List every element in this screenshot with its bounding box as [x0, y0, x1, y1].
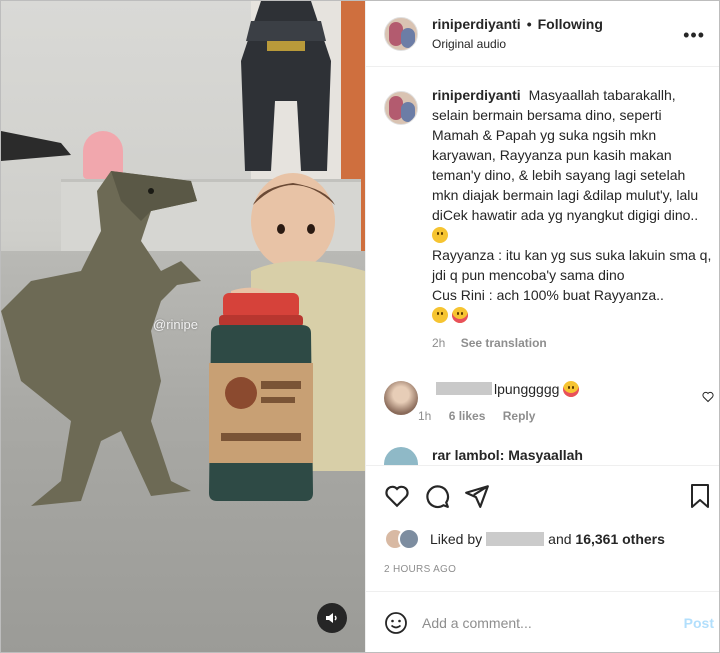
grinning-emoji-icon — [432, 227, 448, 243]
post-caption: riniperdiyanti Masyaallah tabarakallh, s… — [366, 85, 719, 353]
redacted-liker-name — [486, 532, 545, 546]
likes-summary: Liked by and 16,361 others — [366, 526, 719, 552]
liker-avatars — [384, 528, 424, 550]
caption-avatar[interactable] — [384, 91, 418, 125]
separator-dot: • — [526, 16, 532, 32]
author-username[interactable]: riniperdiyanti — [432, 16, 521, 32]
caption-text-1: Masyaallah tabarakallh, selain bermain b… — [432, 87, 699, 223]
likes-and-label: and — [548, 531, 572, 547]
following-button[interactable]: Following — [538, 16, 603, 32]
dinosaur-toy — [1, 171, 201, 506]
post-actions: Liked by and 16,361 others 2 HOURS AGO — [366, 465, 719, 575]
see-translation-link[interactable]: See translation — [461, 336, 547, 350]
likes-count[interactable]: 16,361 others — [575, 531, 665, 547]
reply-button[interactable]: Reply — [503, 409, 536, 423]
heart-eyes-emoji-icon — [563, 381, 580, 397]
caption-username[interactable]: riniperdiyanti — [432, 87, 521, 103]
comment-like-heart-icon[interactable] — [702, 391, 714, 403]
commenter-avatar[interactable] — [384, 381, 418, 415]
mute-button[interactable] — [317, 603, 347, 633]
instagram-post-window: @rinipe riniperdiyanti • Following Origi… — [0, 0, 720, 653]
smiling-hearts-emoji-icon — [451, 307, 468, 323]
share-icon[interactable] — [464, 483, 490, 509]
post-timestamp: 2 HOURS AGO — [384, 564, 457, 575]
caption-text-2: Rayyanza : itu kan yg sus suka lakuin sm… — [432, 247, 712, 283]
comment-time: 1h — [418, 409, 432, 423]
action-icons-row — [366, 466, 719, 526]
commenter-avatar[interactable] — [384, 447, 418, 465]
bookmark-icon[interactable] — [688, 483, 712, 514]
comment-icon[interactable] — [424, 483, 450, 509]
comment-input[interactable]: Add a comment... — [422, 615, 684, 631]
add-comment-bar: Add a comment... Post — [366, 591, 719, 652]
caption-time: 2h — [432, 336, 446, 350]
post-video[interactable]: @rinipe — [1, 1, 365, 652]
emoji-icon[interactable] — [384, 611, 408, 635]
more-options-icon[interactable]: ••• — [683, 25, 705, 46]
comment-likes[interactable]: 6 likes — [449, 409, 486, 423]
like-heart-icon[interactable] — [384, 483, 410, 509]
post-side-panel: riniperdiyanti • Following Original audi… — [365, 1, 719, 652]
comment-item-partial: rar lambol: Masyaallah — [366, 447, 719, 465]
batman-toy — [241, 1, 331, 171]
caption-text-3: Cus Rini : ach 100% buat Rayyanza.. — [432, 287, 664, 303]
post-header: riniperdiyanti • Following Original audi… — [366, 1, 719, 67]
comment-text-partial: rar lambol: Masyaallah — [432, 447, 583, 463]
video-watermark: @rinipe — [153, 317, 198, 332]
comments-list[interactable]: riniperdiyanti Masyaallah tabarakallh, s… — [366, 85, 719, 465]
speaker-muted-icon — [326, 613, 337, 623]
comment-text: lpunggggg — [494, 381, 560, 397]
liked-by-label: Liked by — [430, 531, 483, 547]
author-avatar[interactable] — [384, 16, 418, 51]
comment-item: lpunggggg 1h 6 likes Reply — [366, 381, 719, 423]
redacted-username — [436, 382, 492, 395]
post-comment-button[interactable]: Post — [684, 615, 714, 631]
audio-link[interactable]: Original audio — [432, 37, 603, 51]
cookie-jar — [209, 293, 313, 501]
grinning-emoji-icon — [432, 307, 448, 323]
caption-meta: 2h See translation — [432, 333, 712, 353]
